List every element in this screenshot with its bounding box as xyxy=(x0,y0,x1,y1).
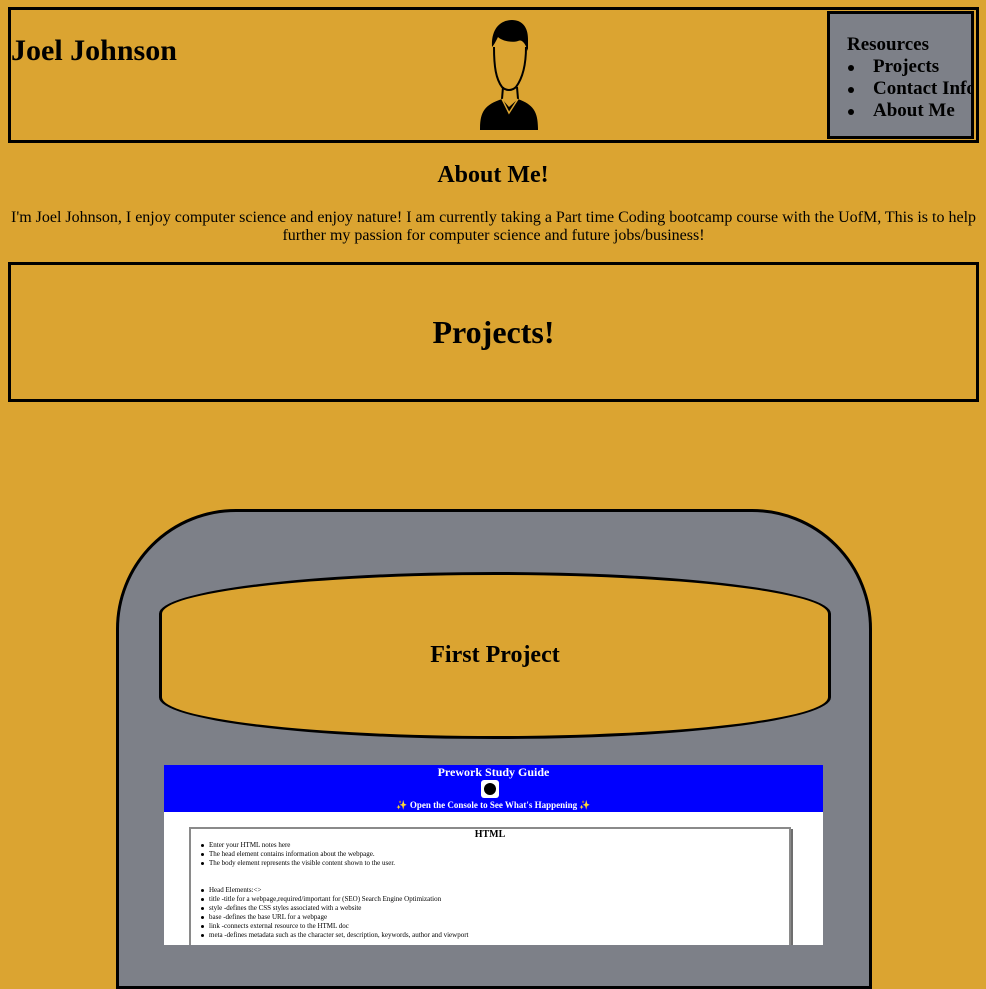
panel-title: HTML xyxy=(474,829,506,840)
nav-list: Projects Contact Info About Me xyxy=(830,56,971,122)
list-item: Enter your HTML notes here xyxy=(199,841,469,850)
site-header: Joel Johnson Resources Projects Contact … xyxy=(8,7,979,143)
list-item: Head Elements:<> xyxy=(199,886,469,895)
person-silhouette-icon xyxy=(480,20,538,130)
list-item: The head element contains information ab… xyxy=(199,850,469,859)
preview-header: Prework Study Guide ✨ Open the Console t… xyxy=(164,765,823,812)
list-item: meta -defines metadata such as the chara… xyxy=(199,931,469,940)
list-item: base -defines the base URL for a webpage xyxy=(199,913,469,922)
nav-item-about-me[interactable]: About Me xyxy=(830,100,971,122)
project-preview-image[interactable]: Prework Study Guide ✨ Open the Console t… xyxy=(164,765,823,945)
nav-item-projects[interactable]: Projects xyxy=(830,56,971,78)
about-heading: About Me! xyxy=(437,162,549,188)
project-card: First Project Prework Study Guide ✨ Open… xyxy=(116,509,872,989)
list-item: The body element represents the visible … xyxy=(199,859,469,868)
list-gap xyxy=(199,868,469,877)
projects-heading: Projects! xyxy=(432,314,555,350)
preview-title: Prework Study Guide xyxy=(437,765,550,779)
preview-html-panel: HTML Enter your HTML notes here The head… xyxy=(189,827,791,945)
about-text: I'm Joel Johnson, I enjoy computer scien… xyxy=(10,209,977,244)
list-item: link -connects external resource to the … xyxy=(199,922,469,931)
project-title: First Project xyxy=(430,642,560,668)
preview-console-note: ✨ Open the Console to See What's Happeni… xyxy=(396,800,591,810)
list-item: style -defines the CSS styles associated… xyxy=(199,904,469,913)
panel-notes-list: Enter your HTML notes here The head elem… xyxy=(199,841,469,940)
list-item: title -title for a webpage,required/impo… xyxy=(199,895,469,904)
nav-item-contact-info[interactable]: Contact Info xyxy=(830,78,971,100)
nav-title: Resources xyxy=(847,34,929,55)
github-logo-icon xyxy=(481,780,499,798)
list-gap xyxy=(199,877,469,886)
site-name: Joel Johnson xyxy=(11,34,177,67)
projects-section: Projects! xyxy=(8,262,979,402)
resources-nav: Resources Projects Contact Info About Me xyxy=(827,11,974,139)
project-title-box: First Project xyxy=(159,572,831,739)
